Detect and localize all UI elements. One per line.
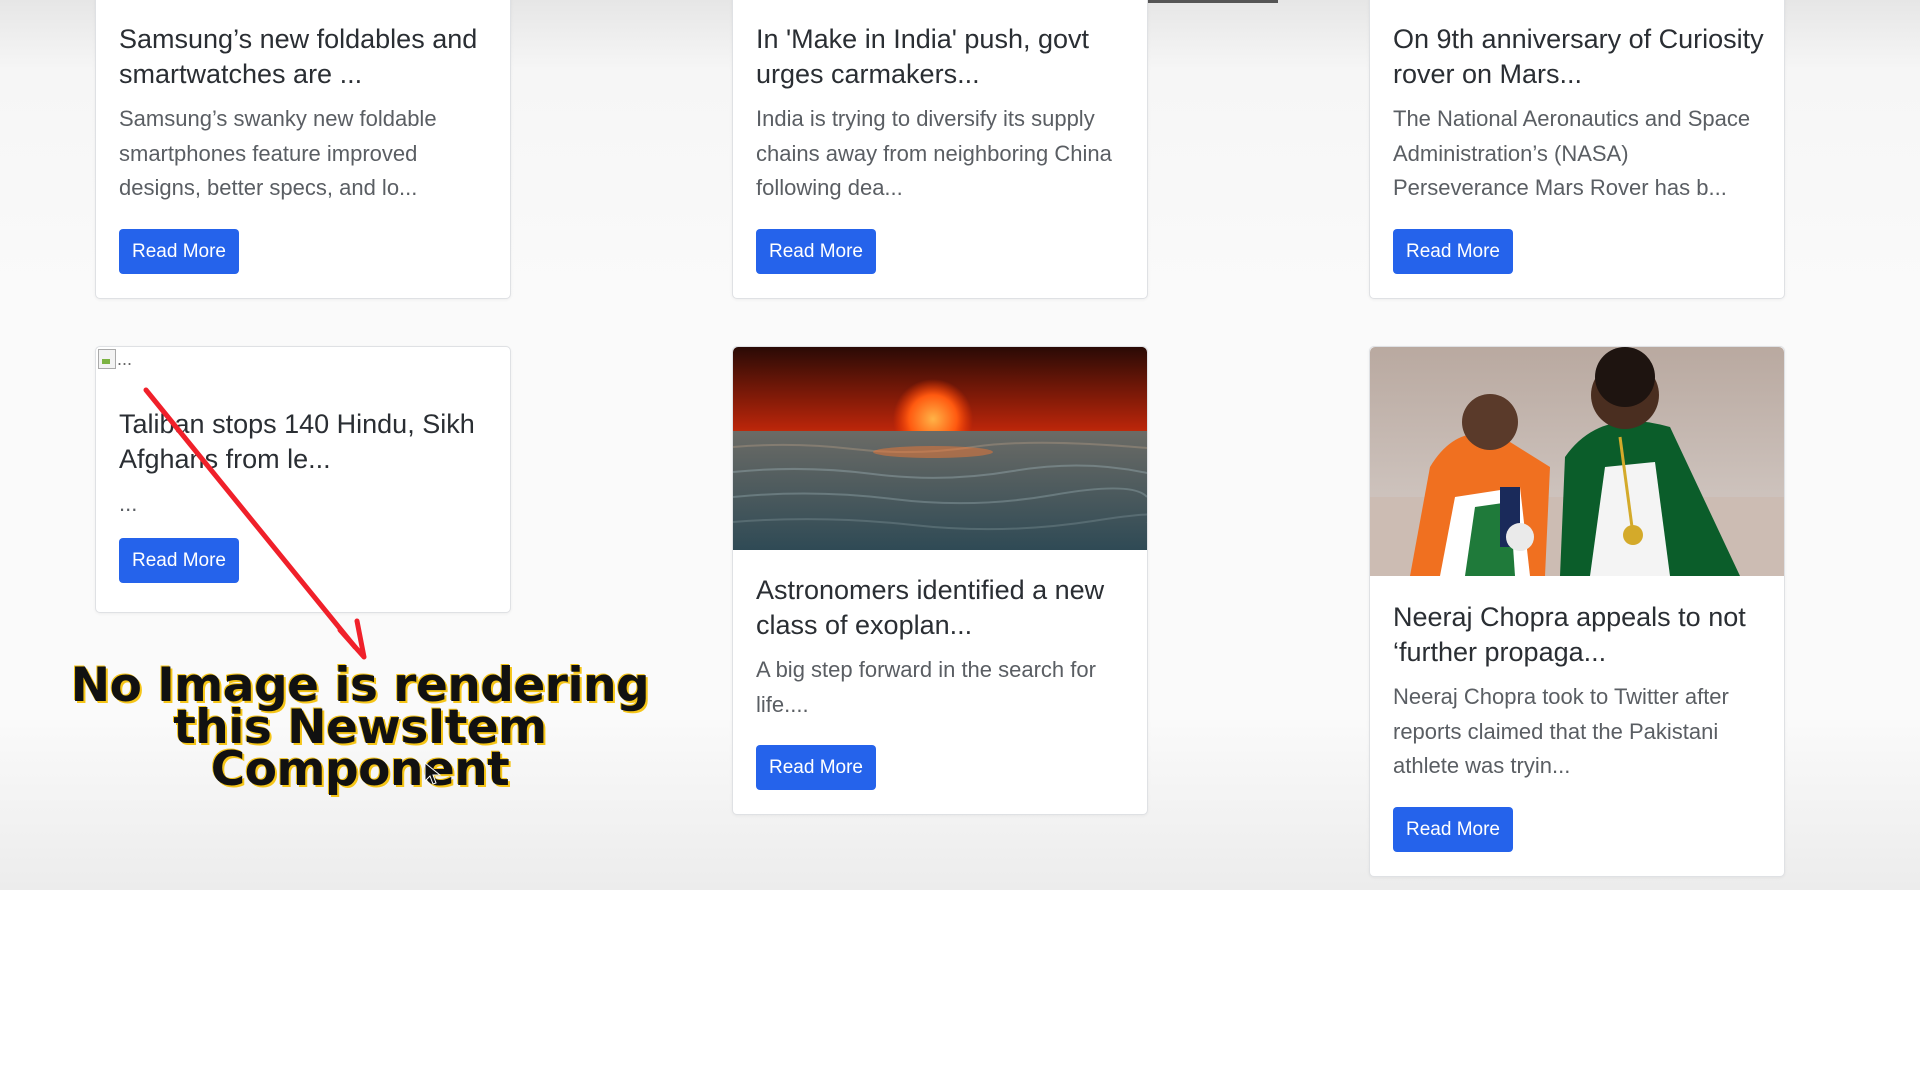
read-more-button[interactable]: Read More: [119, 228, 239, 274]
news-title: On 9th anniversary of Curiosity rover on…: [1393, 24, 1764, 89]
news-title: Astronomers identified a new class of ex…: [756, 575, 1105, 640]
read-more-button[interactable]: Read More: [756, 228, 876, 274]
annotation-text: No Image is rendering this NewsItem Comp…: [70, 662, 650, 797]
mouse-cursor-icon: [424, 762, 442, 785]
screen-recording-frame: Samsung’s new foldables and smartwatches…: [0, 0, 1920, 890]
news-title: In 'Make in India' push, govt urges carm…: [756, 24, 1090, 89]
news-description: Neeraj Chopra took to Twitter after repo…: [1393, 684, 1729, 778]
news-card: In 'Make in India' push, govt urges carm…: [732, 0, 1148, 299]
sunset-ocean-image: [733, 347, 1147, 550]
news-description: A big step forward in the search for lif…: [756, 657, 1096, 717]
news-card: Samsung’s new foldables and smartwatches…: [95, 0, 511, 299]
read-more-button[interactable]: Read More: [1393, 806, 1513, 852]
news-image: [1370, 347, 1784, 576]
news-title: Samsung’s new foldables and smartwatches…: [119, 24, 478, 89]
broken-image: ...: [98, 349, 132, 370]
athletes-photo: [1370, 347, 1784, 576]
news-image: [733, 347, 1147, 550]
news-card: On 9th anniversary of Curiosity rover on…: [1369, 0, 1785, 299]
news-title: Neeraj Chopra appeals to not ‘further pr…: [1393, 602, 1746, 667]
news-card: ... Taliban stops 140 Hindu, Sikh Afghan…: [95, 346, 511, 613]
broken-image-icon: [98, 349, 116, 369]
read-more-button[interactable]: Read More: [119, 537, 239, 583]
read-more-button[interactable]: Read More: [756, 745, 876, 790]
news-card: Neeraj Chopra appeals to not ‘further pr…: [1369, 346, 1785, 877]
news-description: Samsung’s swanky new foldable smartphone…: [119, 106, 437, 200]
news-title: Taliban stops 140 Hindu, Sikh Afghans fr…: [119, 409, 475, 474]
news-description: India is trying to diversify its supply …: [756, 106, 1112, 200]
image-alt-text: ...: [117, 349, 133, 369]
news-description: The National Aeronautics and Space Admin…: [1393, 106, 1751, 200]
news-description: ...: [119, 491, 138, 516]
read-more-button[interactable]: Read More: [1393, 228, 1513, 274]
news-card: Astronomers identified a new class of ex…: [732, 346, 1148, 815]
annotation-line-3: Component: [210, 742, 510, 797]
